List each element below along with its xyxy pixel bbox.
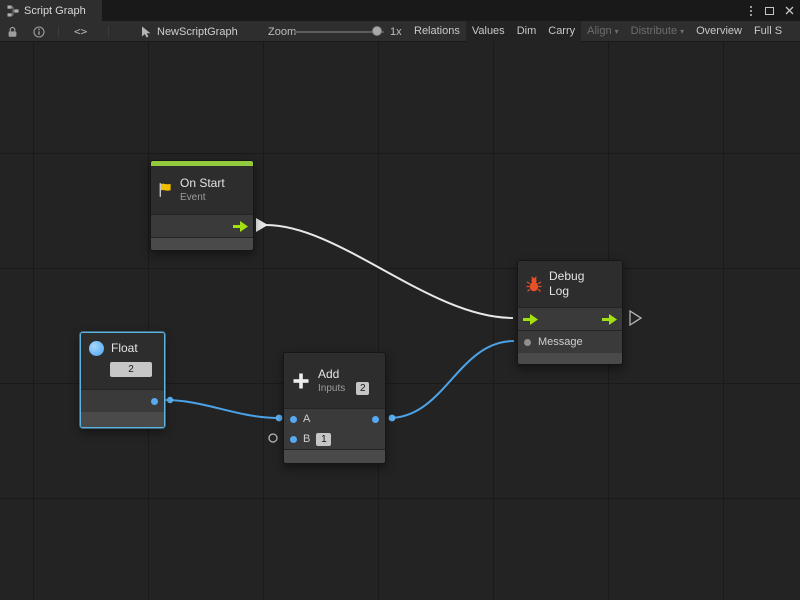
value-output-port[interactable] xyxy=(151,398,158,405)
node-add[interactable]: Add Inputs 2 A B 1 xyxy=(283,352,386,464)
align-dropdown: Align▾ xyxy=(581,21,624,42)
zoom-slider-handle[interactable] xyxy=(372,26,382,36)
toolbar-buttons: Relations Values Dim Carry Align▾ Distri… xyxy=(408,21,788,42)
unity-script-graph-window: Script Graph <> xyxy=(0,0,800,600)
flow-input-port[interactable] xyxy=(523,314,538,325)
tab-bar: Script Graph xyxy=(0,0,800,21)
message-input-port[interactable] xyxy=(524,339,531,346)
value-output-port[interactable] xyxy=(372,416,379,423)
node-footer xyxy=(81,412,164,427)
unconnected-flow-port-marker[interactable] xyxy=(630,311,641,325)
node-footer xyxy=(518,353,622,364)
window-controls xyxy=(748,0,794,21)
close-icon[interactable] xyxy=(785,6,794,15)
add-icon xyxy=(292,372,310,390)
graph-name[interactable]: NewScriptGraph xyxy=(157,21,238,42)
node-footer xyxy=(284,450,385,463)
zoom-label: Zoom xyxy=(268,21,296,42)
flow-wire-start-marker xyxy=(256,218,268,232)
maximize-icon[interactable] xyxy=(765,7,774,15)
node-title: On Start xyxy=(180,176,225,191)
graph-canvas[interactable]: On Start Event xyxy=(0,42,800,600)
tab-script-graph[interactable]: Script Graph xyxy=(0,0,102,21)
toolbar-divider xyxy=(108,26,109,37)
wire-float-to-add xyxy=(165,400,279,418)
float-type-icon xyxy=(89,341,104,356)
node-float[interactable]: Float 2 xyxy=(80,332,165,428)
port-label: A xyxy=(303,413,310,425)
info-icon[interactable] xyxy=(33,21,45,42)
value-input-port-a[interactable] xyxy=(290,416,297,423)
wire-endpoint-dot xyxy=(389,415,396,422)
b-value-field[interactable]: 1 xyxy=(316,433,331,446)
port-label: B xyxy=(303,433,310,445)
node-title: Add xyxy=(318,367,369,382)
graph-toolbar: <> NewScriptGraph Zoom 1x Relations Valu… xyxy=(0,21,800,42)
port-label: Message xyxy=(538,336,583,348)
flow-output-port[interactable] xyxy=(602,314,617,325)
chevron-down-icon: ▾ xyxy=(680,27,684,36)
wire-onstart-to-debuglog xyxy=(266,225,513,318)
node-on-start[interactable]: On Start Event xyxy=(150,160,254,251)
value-input-port-b[interactable] xyxy=(290,436,297,443)
graph-asset-icon xyxy=(141,21,152,42)
bug-icon xyxy=(526,276,542,293)
unconnected-value-port-marker[interactable] xyxy=(269,434,277,442)
flow-output-port[interactable] xyxy=(233,221,248,232)
wire-endpoint-dot xyxy=(276,415,283,422)
wire-layer xyxy=(0,42,800,600)
carry-button[interactable]: Carry xyxy=(542,21,581,42)
fullscreen-button[interactable]: Full S xyxy=(748,21,788,42)
wire-add-to-debuglog xyxy=(389,341,514,418)
chevron-down-icon: ▾ xyxy=(615,27,619,36)
menu-icon[interactable] xyxy=(748,4,754,18)
node-subtitle: Log xyxy=(549,284,584,299)
script-graph-icon xyxy=(7,5,19,17)
zoom-value: 1x xyxy=(390,21,402,42)
node-subtitle: Inputs xyxy=(318,382,345,395)
float-value-field[interactable]: 2 xyxy=(110,362,152,377)
relations-button[interactable]: Relations xyxy=(408,21,466,42)
tab-title: Script Graph xyxy=(24,5,86,17)
node-debug-log[interactable]: Debug Log Message xyxy=(517,260,623,365)
flag-icon xyxy=(158,182,173,198)
dim-button[interactable]: Dim xyxy=(511,21,543,42)
overview-button[interactable]: Overview xyxy=(690,21,748,42)
node-title: Float xyxy=(111,341,138,356)
node-footer xyxy=(151,238,253,250)
node-subtitle: Event xyxy=(180,191,225,204)
toolbar-divider xyxy=(58,26,59,37)
zoom-slider-track[interactable] xyxy=(294,31,384,33)
wire-endpoint-dot xyxy=(167,397,173,403)
lock-icon[interactable] xyxy=(7,21,18,42)
values-button[interactable]: Values xyxy=(466,21,511,42)
node-title: Debug xyxy=(549,269,584,284)
inputs-count-field[interactable]: 2 xyxy=(356,382,369,395)
distribute-dropdown: Distribute▾ xyxy=(625,21,690,42)
code-icon[interactable]: <> xyxy=(74,21,87,42)
